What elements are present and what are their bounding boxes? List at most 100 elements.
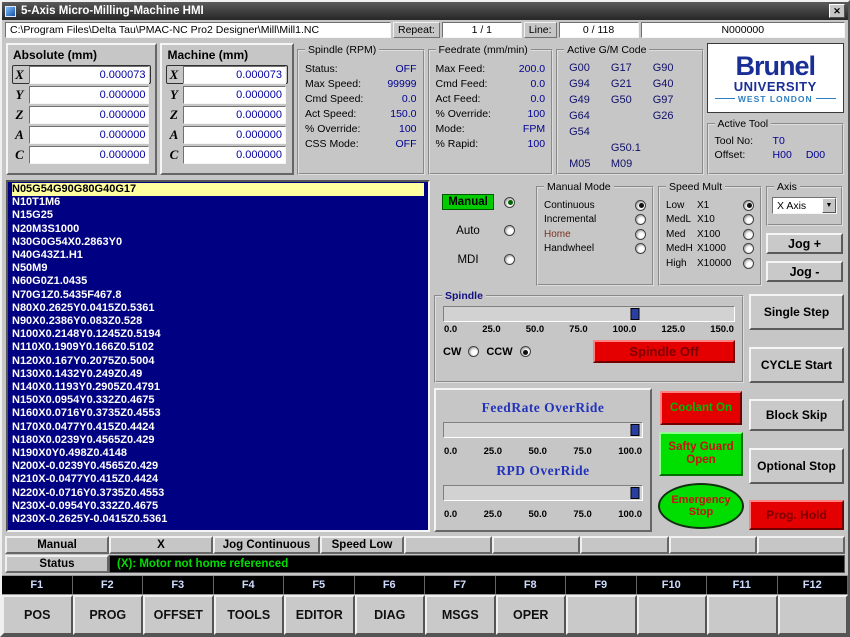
rpd-override-slider[interactable] <box>443 485 643 501</box>
speed-mult-option[interactable]: High X10000 <box>666 257 754 269</box>
radio-icon[interactable] <box>504 225 515 237</box>
softkey-button[interactable] <box>777 595 848 635</box>
brunel-logo-university: UNIVERSITY <box>733 78 817 94</box>
speed-mult-option[interactable]: Med X100 <box>666 228 754 240</box>
feed-override-thumb[interactable] <box>630 424 640 436</box>
chevron-down-icon[interactable]: ▼ <box>822 198 836 213</box>
optional-stop-button[interactable]: Optional Stop <box>749 447 844 484</box>
machine-axis-row: Y 0.000000 <box>166 85 288 104</box>
machine-axis-row: Z 0.000000 <box>166 105 288 124</box>
manual-mode-option[interactable]: Handwheel <box>544 243 646 254</box>
info-label: CSS Mode: <box>304 138 359 150</box>
gcode-line: N80X0.2625Y0.0415Z0.5361 <box>12 301 155 314</box>
feedrate-info-row: Mode: FPM <box>436 123 546 135</box>
cycle-start-button[interactable]: CYCLE Start <box>749 346 844 383</box>
speed-mult-option[interactable]: Low X1 <box>666 199 754 211</box>
machine-panel-title: Machine (mm) <box>167 48 249 62</box>
gm-code: G90 <box>652 62 674 74</box>
gcode-listing[interactable]: N05G54G90G80G40G17 N10T1M6 N15G25 N20M3S100… <box>6 180 430 532</box>
softkey-button[interactable]: MSGS <box>425 595 496 635</box>
repeat-label: Repeat: <box>393 22 440 38</box>
axis-position-value: 0.000000 <box>29 125 150 144</box>
mode-option[interactable]: Manual <box>442 194 530 211</box>
info-label: Mode: <box>435 123 465 135</box>
override-panel: FeedRate OverRide 0.0 25.0 50.0 75.0 100.0 R… <box>434 388 652 532</box>
ccw-radio[interactable] <box>519 346 531 357</box>
jog-plus-button[interactable]: Jog + <box>766 233 843 254</box>
softkey-button[interactable]: TOOLS <box>213 595 284 635</box>
radio-icon[interactable] <box>743 199 754 211</box>
speed-mult-option-label: MedH <box>666 243 693 254</box>
fkey-label: F2 <box>73 576 143 594</box>
close-icon[interactable]: ✕ <box>829 4 845 18</box>
spindle-off-button[interactable]: Spindle Off <box>593 340 735 363</box>
axis-letter: X <box>15 66 24 82</box>
spindle-slider[interactable] <box>443 306 735 322</box>
radio-icon[interactable] <box>743 214 754 225</box>
absolute-axis-row: C 0.000000 <box>12 145 151 164</box>
softkey-button[interactable]: PROG <box>72 595 143 635</box>
manual-mode-option[interactable]: Incremental <box>544 214 646 225</box>
info-label: Max Speed: <box>304 78 362 90</box>
feed-override-title: FeedRate OverRide <box>481 400 605 415</box>
gm-code: G50 <box>610 94 632 106</box>
rpd-override-thumb[interactable] <box>630 487 640 499</box>
status-cell <box>756 536 846 554</box>
gcode-line: N230X-0.0954Y0.332Z0.4675 <box>12 499 159 512</box>
manual-mode-option[interactable]: Home <box>544 228 646 240</box>
tick-label: 100.0 <box>618 509 642 520</box>
coolant-on-button[interactable]: Coolant On <box>660 391 742 425</box>
machine-axis-row: X 0.000073 <box>166 65 288 84</box>
radio-icon[interactable] <box>743 243 754 254</box>
mode-option[interactable]: MDI <box>442 252 530 268</box>
manual-mode-option-label: Continuous <box>544 199 595 211</box>
radio-icon[interactable] <box>635 214 646 225</box>
gcode-line: N180X0.0239Y0.4565Z0.429 <box>12 433 155 446</box>
axis-position-value: 0.000000 <box>183 125 286 144</box>
radio-icon[interactable] <box>504 196 515 208</box>
softkey-button[interactable] <box>566 595 637 635</box>
feed-override-slider[interactable] <box>443 422 643 438</box>
gcode-line: N05G54G90G80G40G17 <box>12 183 424 197</box>
cw-radio[interactable] <box>468 346 480 357</box>
feedrate-info-row: % Rapid: 100 <box>436 138 546 150</box>
tick-label: 100.0 <box>612 324 637 335</box>
emergency-stop-button[interactable]: Emergency Stop <box>658 483 744 529</box>
radio-icon[interactable] <box>743 228 754 240</box>
spindle-slider-thumb[interactable] <box>630 308 640 320</box>
softkey-button[interactable] <box>707 595 778 635</box>
prog-hold-button[interactable]: Prog. Hold <box>749 500 844 530</box>
jog-minus-button[interactable]: Jog - <box>766 261 843 282</box>
active-gm-code-panel: Active G/M Code G00 G17 G90 G94 G21 G40 G49 G50… <box>556 44 704 175</box>
softkey-button[interactable]: OFFSET <box>143 595 214 635</box>
speed-mult-option[interactable]: MedL X10 <box>666 214 754 225</box>
fkey-label: F4 <box>214 576 284 594</box>
manual-mode-option[interactable]: Continuous <box>544 199 646 211</box>
gm-code <box>611 110 653 124</box>
axis-letter: Z <box>169 106 178 122</box>
softkey-button[interactable]: DIAG <box>354 595 425 635</box>
radio-icon[interactable] <box>743 257 754 269</box>
status-cell <box>492 536 581 554</box>
gm-code <box>653 142 695 156</box>
radio-icon[interactable] <box>504 254 515 266</box>
speed-mult-option[interactable]: MedH X1000 <box>666 243 754 254</box>
mode-option[interactable]: Auto <box>442 223 530 239</box>
axis-group-title: Axis <box>774 181 800 193</box>
info-label: % Rapid: <box>435 138 479 150</box>
block-skip-button[interactable]: Block Skip <box>749 399 844 431</box>
softkey-button[interactable]: OPER <box>495 595 566 635</box>
single-step-button[interactable]: Single Step <box>749 294 844 330</box>
axis-select[interactable]: X Axis ▼ <box>772 197 837 214</box>
softkey-button[interactable]: EDITOR <box>284 595 355 635</box>
absolute-position-panel: Absolute (mm) X 0.000073 Y 0.000000 Z 0.… <box>6 43 158 175</box>
softkey-button[interactable]: POS <box>2 595 73 635</box>
gcode-line: N120X0.167Y0.2075Z0.5004 <box>12 354 155 367</box>
axis-letter: A <box>169 126 179 142</box>
safety-guard-button[interactable]: Safty Guard Open <box>659 432 743 476</box>
radio-icon[interactable] <box>635 243 646 254</box>
spindle-control-group: Spindle 0.0 25.0 50.0 75.0 100.0 125.0 150.0 C… <box>434 290 744 383</box>
softkey-button[interactable] <box>636 595 707 635</box>
radio-icon[interactable] <box>635 199 646 211</box>
radio-icon[interactable] <box>635 228 646 240</box>
